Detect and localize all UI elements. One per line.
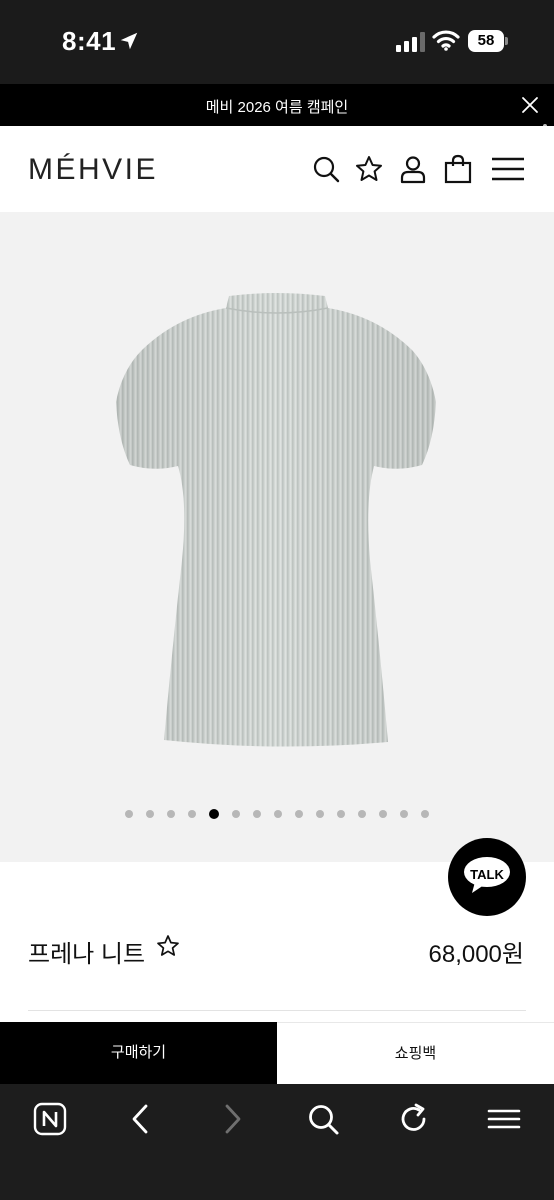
site-header: MÉHVIE: [0, 126, 554, 212]
battery-icon: 58: [468, 30, 508, 52]
status-time: 8:41: [62, 26, 117, 56]
search-icon[interactable]: [311, 154, 341, 184]
carousel-dot[interactable]: [295, 810, 303, 818]
location-arrow-icon: [120, 32, 138, 50]
buy-button[interactable]: 구매하기: [0, 1022, 277, 1084]
browser-toolbar: [0, 1084, 554, 1200]
carousel-dot[interactable]: [337, 810, 345, 818]
kakao-talk-button[interactable]: TALK: [448, 838, 526, 916]
brand-logo[interactable]: MÉHVIE: [28, 153, 158, 187]
reload-icon[interactable]: [397, 1102, 431, 1136]
carousel-dot[interactable]: [167, 810, 175, 818]
product-image[interactable]: [112, 290, 442, 750]
carousel-dot[interactable]: [358, 810, 366, 818]
cellular-signal-icon: [396, 32, 425, 52]
divider: [28, 1010, 526, 1011]
carousel-dot[interactable]: [274, 810, 282, 818]
close-icon[interactable]: [518, 93, 542, 117]
carousel-dot[interactable]: [400, 810, 408, 818]
status-bar: 8:41 58: [0, 0, 554, 84]
menu-icon[interactable]: [487, 1102, 521, 1136]
promo-banner[interactable]: 메비 2026 여름 캠페인: [0, 84, 554, 126]
product-name: 프레나 니트: [28, 941, 146, 968]
search-icon[interactable]: [306, 1102, 340, 1136]
carousel-dot[interactable]: [125, 810, 133, 818]
wifi-icon: [432, 30, 460, 51]
forward-icon[interactable]: [215, 1102, 249, 1136]
carousel-dot[interactable]: [379, 810, 387, 818]
talk-label: TALK: [470, 867, 504, 882]
battery-level: 58: [468, 30, 504, 52]
star-icon[interactable]: [354, 154, 384, 184]
naver-icon[interactable]: [33, 1102, 67, 1136]
add-to-bag-button[interactable]: 쇼핑백: [277, 1022, 554, 1084]
carousel-dot-active[interactable]: [209, 809, 219, 819]
promo-text[interactable]: 메비 2026 여름 캠페인: [0, 96, 554, 117]
carousel-dot[interactable]: [421, 810, 429, 818]
carousel-dot[interactable]: [146, 810, 154, 818]
battery-cap: [505, 37, 508, 45]
menu-icon[interactable]: [490, 154, 526, 184]
wishlist-star-icon[interactable]: [156, 934, 180, 958]
product-gallery[interactable]: [0, 212, 554, 862]
back-icon[interactable]: [124, 1102, 158, 1136]
shopping-bag-icon[interactable]: [443, 154, 473, 184]
carousel-dots: [0, 809, 554, 819]
carousel-dot[interactable]: [316, 810, 324, 818]
carousel-dot[interactable]: [253, 810, 261, 818]
carousel-dot[interactable]: [188, 810, 196, 818]
user-icon[interactable]: [398, 154, 428, 184]
product-price: 68,000원: [428, 941, 525, 968]
carousel-dot[interactable]: [232, 810, 240, 818]
